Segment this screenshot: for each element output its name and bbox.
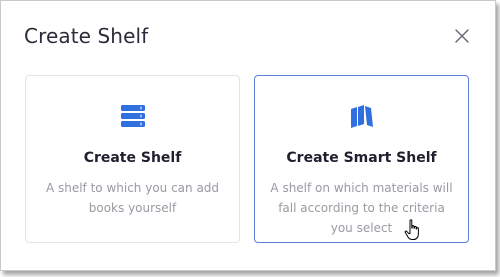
create-shelf-description: A shelf to which you can add books yours… — [45, 181, 220, 215]
close-icon[interactable] — [453, 27, 471, 45]
books-stack-icon — [119, 102, 147, 130]
create-smart-shelf-option[interactable]: Create Smart Shelf A shelf on which mate… — [254, 75, 469, 243]
create-smart-shelf-title: Create Smart Shelf — [286, 150, 437, 166]
create-shelf-title: Create Shelf — [83, 150, 182, 166]
dialog-title: Create Shelf — [24, 24, 149, 48]
create-shelf-dialog: Create Shelf Create Shelf A shelf to whi… — [0, 0, 496, 271]
hand-pointer-icon — [404, 219, 422, 241]
create-smart-shelf-description: A shelf on which materials will fall acc… — [270, 181, 453, 235]
smart-books-icon — [348, 102, 376, 130]
create-shelf-option[interactable]: Create Shelf A shelf to which you can ad… — [25, 75, 240, 243]
